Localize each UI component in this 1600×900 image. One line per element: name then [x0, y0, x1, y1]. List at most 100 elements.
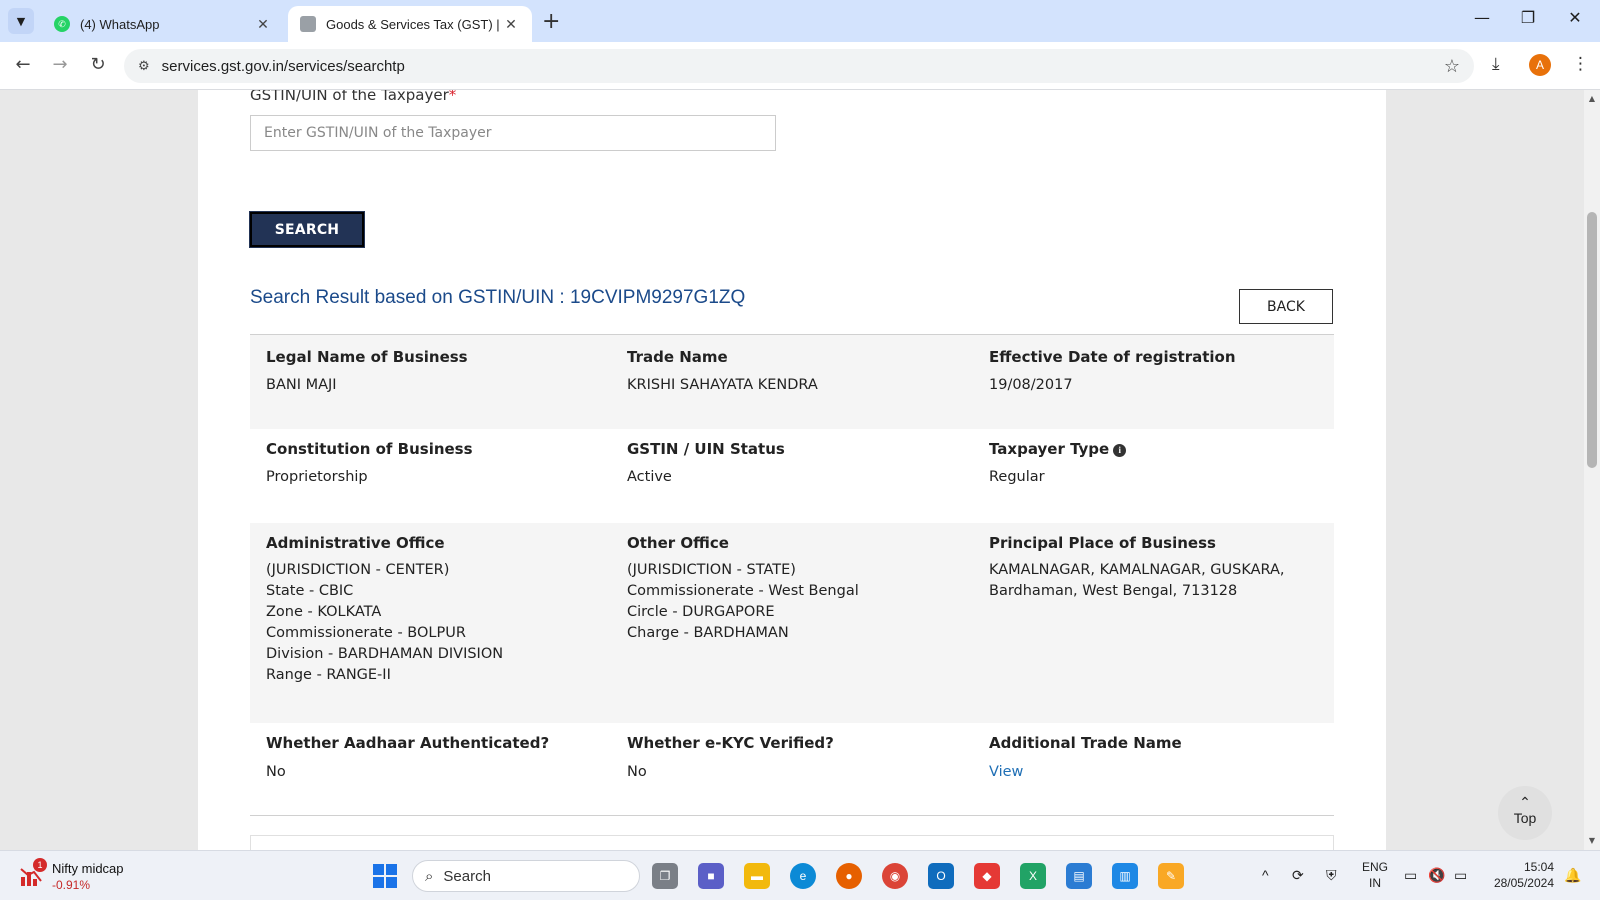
result-row: Administrative Office (JURISDICTION - CE… [250, 523, 1334, 723]
network-icon[interactable]: ▭ [1404, 867, 1417, 884]
constitution-label: Constitution of Business [266, 440, 473, 458]
result-title: Search Result based on GSTIN/UIN : 19CVI… [250, 287, 746, 308]
teams-icon[interactable]: ■ [698, 863, 724, 889]
additional-trade-label: Additional Trade Name [989, 734, 1182, 752]
ekyc-cell: Whether e-KYC Verified? No [611, 723, 973, 815]
effective-date-value: 19/08/2017 [989, 377, 1073, 393]
forward-arrow-icon[interactable]: → [48, 54, 72, 75]
other-office-line: Circle - DURGAPORE [627, 604, 775, 620]
volume-muted-icon[interactable]: 🔇 [1428, 867, 1445, 884]
whatsapp-icon: ✆ [54, 16, 70, 32]
constitution-cell: Constitution of Business Proprietorship [250, 429, 611, 523]
notes-app-icon[interactable]: ▥ [1112, 863, 1138, 889]
other-office-cell: Other Office (JURISDICTION - STATE) Comm… [611, 523, 973, 723]
view-trade-names-link[interactable]: View [989, 762, 1334, 783]
back-arrow-icon[interactable]: ← [11, 54, 35, 75]
minimize-icon[interactable]: — [1467, 8, 1497, 27]
other-office-line: Commissionerate - West Bengal [627, 583, 859, 599]
admin-office-line: Zone - KOLKATA [266, 604, 382, 620]
taskbar-search[interactable]: ⌕ Search [412, 860, 640, 892]
battery-icon[interactable]: ▭ [1454, 867, 1467, 884]
firefox-icon[interactable]: ● [836, 863, 862, 889]
ekyc-label: Whether e-KYC Verified? [627, 734, 834, 752]
chrome-icon[interactable]: ◉ [882, 863, 908, 889]
anydesk-icon[interactable]: ◆ [974, 863, 1000, 889]
star-icon[interactable]: ☆ [1444, 56, 1460, 77]
legal-name-value: BANI MAJI [266, 377, 337, 393]
url-text[interactable]: services.gst.gov.in/services/searchtp [162, 58, 405, 75]
file-explorer-icon[interactable]: ▬ [744, 863, 770, 889]
browser-tabstrip: ▼ ✆ (4) WhatsApp ✕ Goods & Services Tax … [0, 0, 1600, 42]
language-indicator[interactable]: ENG IN [1362, 859, 1388, 891]
window-close-icon[interactable]: ✕ [1560, 8, 1590, 27]
admin-office-cell: Administrative Office (JURISDICTION - CE… [250, 523, 611, 723]
page-scrollbar[interactable]: ▲ ▼ [1584, 90, 1600, 850]
chevron-up-icon: ⌃ [1519, 794, 1531, 810]
edge-icon[interactable]: e [790, 863, 816, 889]
admin-office-line: (JURISDICTION - CENTER) [266, 562, 450, 578]
task-view-icon[interactable]: ❐ [652, 863, 678, 889]
gstin-label-text: GSTIN/UIN of the Taxpayer [250, 90, 449, 104]
address-bar[interactable]: ⚙ services.gst.gov.in/services/searchtp … [124, 49, 1474, 83]
status-label: GSTIN / UIN Status [627, 440, 785, 458]
outlook-icon[interactable]: O [928, 863, 954, 889]
site-info-icon[interactable]: ⚙ [138, 59, 150, 74]
result-details-table: Legal Name of Business BANI MAJI Trade N… [250, 334, 1334, 816]
scroll-up-arrow-icon[interactable]: ▲ [1584, 94, 1600, 103]
admin-office-line: Range - RANGE-II [266, 667, 391, 683]
scroll-down-arrow-icon[interactable]: ▼ [1584, 836, 1600, 845]
taskbar-search-label: Search [443, 867, 491, 885]
windows-start-icon[interactable] [373, 864, 397, 888]
tally-app-icon[interactable]: ✎ [1158, 863, 1184, 889]
tab-whatsapp[interactable]: ✆ (4) WhatsApp ✕ [42, 6, 284, 42]
chevron-up-icon[interactable]: ^ [1262, 867, 1269, 883]
content-panel: GSTIN/UIN of the Taxpayer* SEARCH Search… [198, 90, 1386, 850]
folder-app-icon[interactable]: ▤ [1066, 863, 1092, 889]
taxpayer-type-value: Regular [989, 469, 1045, 485]
result-row: Legal Name of Business BANI MAJI Trade N… [250, 335, 1334, 429]
search-icon: ⌕ [425, 867, 434, 885]
principal-place-line: Bardhaman, West Bengal, 713128 [989, 583, 1238, 599]
ekyc-value: No [627, 764, 647, 780]
sync-icon[interactable]: ⟳ [1292, 867, 1304, 884]
restore-icon[interactable]: ❐ [1513, 8, 1543, 27]
scrollbar-thumb[interactable] [1587, 212, 1597, 468]
aadhaar-value: No [266, 764, 286, 780]
required-mark: * [448, 90, 457, 104]
profile-avatar[interactable]: A [1529, 54, 1551, 76]
taskbar: 1 Nifty midcap -0.91% ⌕ Search ❐ ■ ▬ e ●… [0, 850, 1600, 900]
info-icon[interactable]: i [1113, 444, 1127, 457]
principal-place-line: KAMALNAGAR, KAMALNAGAR, GUSKARA, [989, 562, 1285, 578]
stock-widget-change[interactable]: -0.91% [52, 878, 90, 892]
result-row: Constitution of Business Proprietorship … [250, 429, 1334, 523]
kebab-menu-icon[interactable]: ⋮ [1572, 54, 1589, 74]
reload-icon[interactable]: ↻ [86, 54, 110, 75]
principal-place-lines: KAMALNAGAR, KAMALNAGAR, GUSKARA, Bardham… [989, 560, 1334, 602]
system-clock[interactable]: 15:04 28/05/2024 [1488, 859, 1554, 891]
close-tab-icon[interactable]: ✕ [502, 16, 520, 33]
clock-time: 15:04 [1523, 860, 1554, 874]
download-icon[interactable]: ⤓ [1492, 54, 1500, 74]
search-button[interactable]: SEARCH [249, 211, 365, 248]
principal-place-cell: Principal Place of Business KAMALNAGAR, … [973, 523, 1334, 723]
principal-place-label: Principal Place of Business [989, 534, 1216, 552]
close-tab-icon[interactable]: ✕ [254, 16, 272, 33]
excel-icon[interactable]: X [1020, 863, 1046, 889]
scroll-top-button[interactable]: ⌃ Top [1498, 786, 1552, 840]
shield-icon[interactable]: ⛨ [1326, 867, 1337, 884]
aadhaar-cell: Whether Aadhaar Authenticated? No [250, 723, 611, 815]
status-value: Active [627, 469, 672, 485]
scroll-top-label: Top [1513, 810, 1537, 826]
gstin-input[interactable] [250, 115, 776, 151]
page-viewport: GSTIN/UIN of the Taxpayer* SEARCH Search… [0, 90, 1584, 850]
new-tab-icon[interactable]: + [542, 9, 560, 34]
chevron-down-icon[interactable]: ▼ [8, 8, 34, 34]
effective-date-label: Effective Date of registration [989, 348, 1236, 366]
other-office-label: Other Office [627, 534, 729, 552]
notification-bell-icon[interactable]: 🔔 [1564, 867, 1581, 884]
back-button[interactable]: BACK [1239, 289, 1333, 324]
tab-gst[interactable]: Goods & Services Tax (GST) | Se ✕ [288, 6, 532, 42]
region-code: IN [1369, 876, 1381, 890]
taxpayer-type-label: Taxpayer Type [989, 440, 1110, 458]
stock-widget-name[interactable]: Nifty midcap [52, 861, 124, 876]
